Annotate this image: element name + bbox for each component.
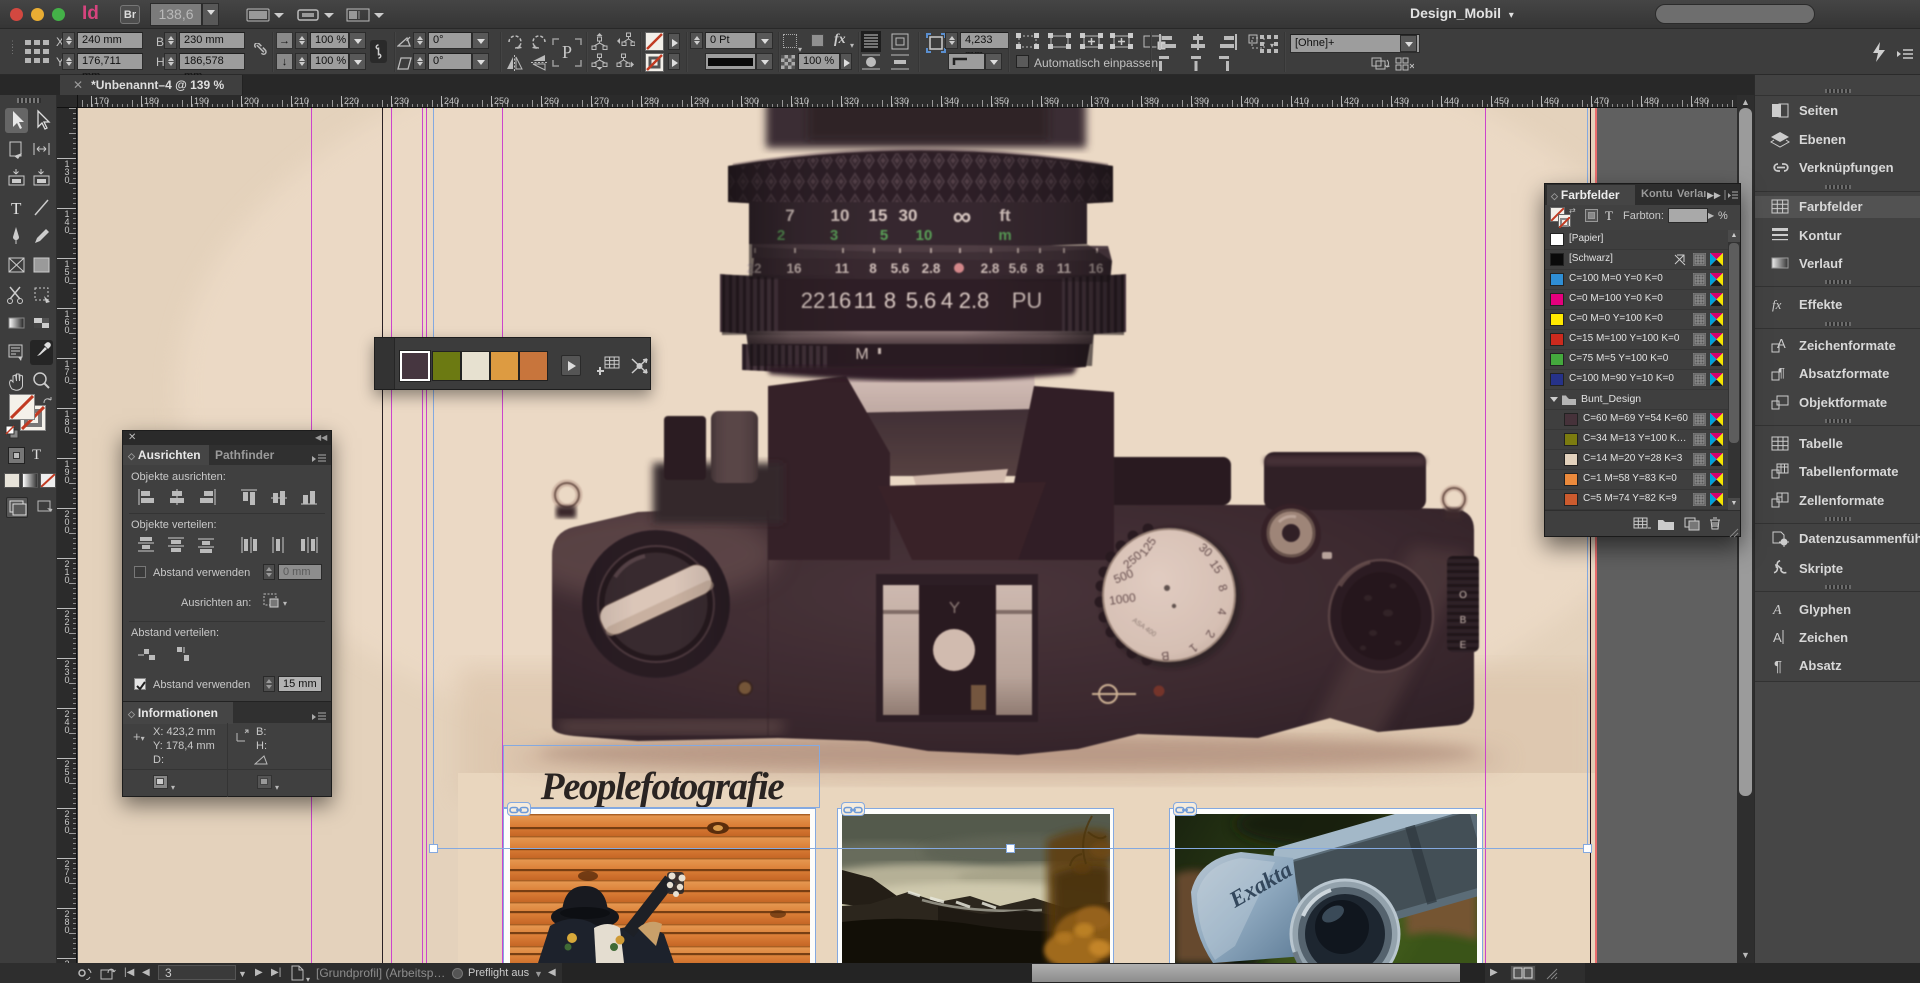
svg-text:fx: fx bbox=[1772, 297, 1782, 312]
svg-text:B: B bbox=[1460, 615, 1467, 626]
svg-text:A: A bbox=[1772, 603, 1782, 618]
svg-text:E: E bbox=[1460, 640, 1467, 651]
svg-text:O: O bbox=[1459, 590, 1467, 601]
svg-text:¶: ¶ bbox=[1774, 658, 1782, 675]
svg-text:T: T bbox=[11, 199, 22, 218]
svg-text:A: A bbox=[1773, 630, 1782, 645]
svg-text:B: B bbox=[1161, 649, 1170, 664]
